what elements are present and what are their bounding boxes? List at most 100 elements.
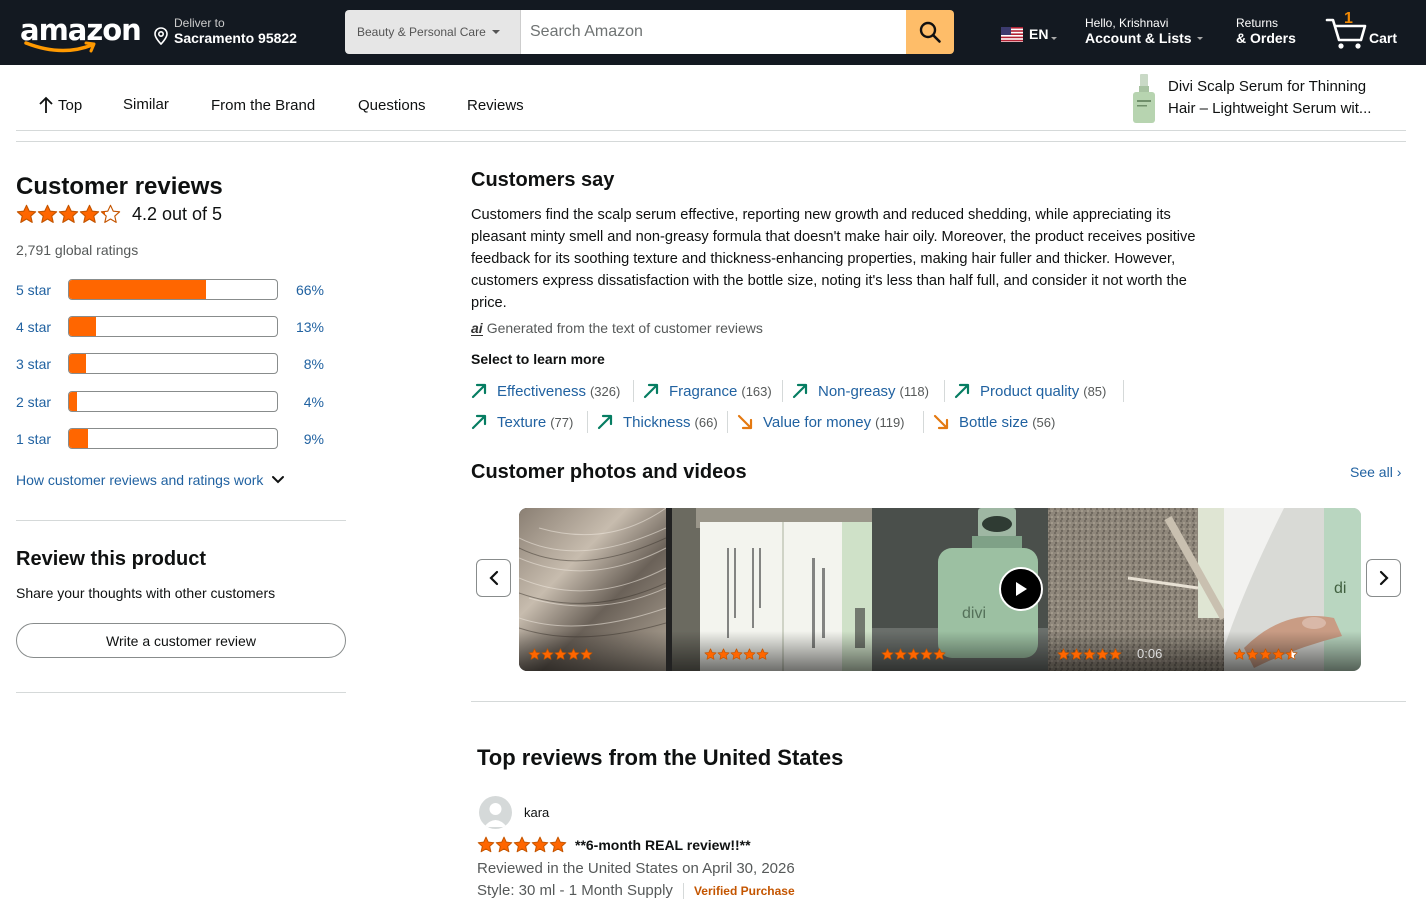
arrow-up-right-icon <box>471 383 487 399</box>
histogram-row-3-star[interactable]: 3 star 8% <box>16 353 336 375</box>
customer-media-carousel: divi 0:06 di <box>519 508 1361 671</box>
arrow-up-right-icon <box>597 414 613 430</box>
search-category-label: Beauty & Personal Care <box>357 25 486 39</box>
account-label: Account & Lists <box>1085 30 1192 46</box>
aspect-chip-texture[interactable]: Texture (77) <box>471 411 573 433</box>
star-full-icon <box>1070 648 1083 660</box>
aspect-chip-thickness[interactable]: Thickness (66) <box>597 411 718 433</box>
arrow-up-right-icon <box>643 383 659 399</box>
aspect-chip-bottle-size[interactable]: Bottle size (56) <box>933 411 1055 433</box>
returns-label: Returns <box>1236 16 1279 30</box>
star-full-icon <box>894 648 907 660</box>
search-category-dropdown[interactable]: Beauty & Personal Care <box>345 10 521 54</box>
aspect-chip-non-greasy[interactable]: Non-greasy (118) <box>792 380 929 402</box>
subnav-questions[interactable]: Questions <box>358 97 426 114</box>
how-reviews-work-link[interactable]: How customer reviews and ratings work <box>16 472 285 488</box>
play-icon[interactable] <box>999 567 1043 611</box>
chip-divider <box>944 380 945 402</box>
histogram-fill <box>69 317 97 336</box>
account-and-lists[interactable]: Hello, Krishnavi Account & Lists <box>1085 16 1203 46</box>
histogram-label: 2 star <box>16 394 52 410</box>
search-input[interactable] <box>521 10 906 54</box>
tile-star-rating <box>528 648 593 661</box>
aspect-name: Value for money <box>763 413 872 431</box>
returns-and-orders[interactable]: Returns & Orders <box>1236 16 1296 46</box>
review-this-product-heading: Review this product <box>16 548 207 570</box>
cart-button[interactable]: 1 Cart <box>1325 10 1405 50</box>
average-rating[interactable]: 4.2 out of 5 <box>16 204 222 225</box>
subnav-top[interactable]: Top <box>38 96 82 114</box>
histogram-fill <box>69 280 207 299</box>
review-date: Reviewed in the United States on April 3… <box>477 860 795 877</box>
aspect-count: (85) <box>1083 383 1107 399</box>
histogram-percent: 66% <box>295 282 324 298</box>
subnav-similar[interactable]: Similar <box>123 96 169 113</box>
aspect-count: (56) <box>1032 414 1056 430</box>
subnav-from-the-brand[interactable]: From the Brand <box>211 97 315 114</box>
star-full-icon <box>528 648 541 660</box>
aspect-name: Product quality <box>980 382 1080 400</box>
select-to-learn-more: Select to learn more <box>471 351 605 367</box>
histogram-bar <box>68 391 278 412</box>
star-full-icon <box>1109 648 1122 660</box>
review-style: Style: 30 ml - 1 Month Supply <box>477 882 673 899</box>
carousel-prev-button[interactable] <box>476 559 511 597</box>
ai-icon: ai <box>471 319 483 336</box>
histogram-row-4-star[interactable]: 4 star 13% <box>16 316 336 338</box>
review-title: **6-month REAL review!!** <box>575 837 751 853</box>
reviewer-profile[interactable]: kara <box>479 796 549 829</box>
star-full-icon <box>743 648 756 660</box>
star-full-icon <box>704 648 717 660</box>
see-all-photos-link[interactable]: See all › <box>1350 464 1401 480</box>
chip-divider <box>587 411 588 433</box>
divider <box>471 701 1406 702</box>
histogram-percent: 13% <box>295 319 324 335</box>
svg-text:divi: divi <box>962 605 986 622</box>
review-star-rating <box>477 836 567 854</box>
aspect-name: Non-greasy <box>818 382 896 400</box>
star-full-icon <box>756 648 769 660</box>
cart-label: Cart <box>1369 30 1398 46</box>
write-review-button[interactable]: Write a customer review <box>16 623 346 658</box>
histogram-fill <box>69 392 78 411</box>
histogram-row-2-star[interactable]: 2 star 4% <box>16 391 336 413</box>
aspect-chip-effectiveness[interactable]: Effectiveness (326) <box>471 380 620 402</box>
media-tile[interactable]: 0:06 <box>1048 508 1224 671</box>
top-reviews-heading: Top reviews from the United States <box>477 745 844 770</box>
star-full-icon <box>79 204 100 223</box>
aspect-count: (326) <box>589 383 621 399</box>
star-full-icon <box>1096 648 1109 660</box>
star-full-icon <box>1057 648 1070 660</box>
star-full-icon <box>1246 648 1259 660</box>
star-full-icon <box>1233 648 1246 660</box>
star-full-icon <box>907 648 920 660</box>
histogram-label: 4 star <box>16 319 52 335</box>
rating-text: 4.2 out of 5 <box>132 204 223 224</box>
media-tile[interactable] <box>672 508 872 671</box>
aspect-count: (163) <box>741 383 772 399</box>
histogram-row-1-star[interactable]: 1 star 9% <box>16 428 336 450</box>
language-selector[interactable]: EN <box>1001 26 1058 42</box>
aspect-chip-product-quality[interactable]: Product quality (85) <box>954 380 1106 402</box>
histogram-percent: 9% <box>303 431 324 447</box>
media-tile[interactable]: di <box>1224 508 1361 671</box>
aspect-chip-value-for-money[interactable]: Value for money (119) <box>737 411 905 433</box>
amazon-logo[interactable]: amazon <box>18 11 142 55</box>
sticky-product-summary[interactable]: Divi Scalp Serum for Thinning Hair – Lig… <box>1130 74 1400 124</box>
subnav-reviews[interactable]: Reviews <box>467 97 524 114</box>
arrow-up-right-icon <box>954 383 970 399</box>
search-submit-button[interactable] <box>906 10 954 54</box>
share-thoughts-text: Share your thoughts with other customers <box>16 585 276 601</box>
histogram-row-5-star[interactable]: 5 star 66% <box>16 279 336 301</box>
chevron-right-icon: › <box>1396 464 1402 480</box>
verified-purchase-badge: Verified Purchase <box>693 883 795 898</box>
review-title-row[interactable]: **6-month REAL review!!** <box>477 836 751 854</box>
histogram-bar <box>68 279 278 300</box>
media-tile[interactable] <box>519 508 666 671</box>
media-tile-video[interactable]: divi <box>872 508 1048 671</box>
product-name-line2: Hair – Lightweight Serum wit... <box>1168 100 1372 117</box>
deliver-label: Deliver to <box>174 16 225 30</box>
aspect-chip-fragrance[interactable]: Fragrance (163) <box>643 380 772 402</box>
location-pin-icon <box>154 27 168 45</box>
carousel-next-button[interactable] <box>1366 559 1401 597</box>
